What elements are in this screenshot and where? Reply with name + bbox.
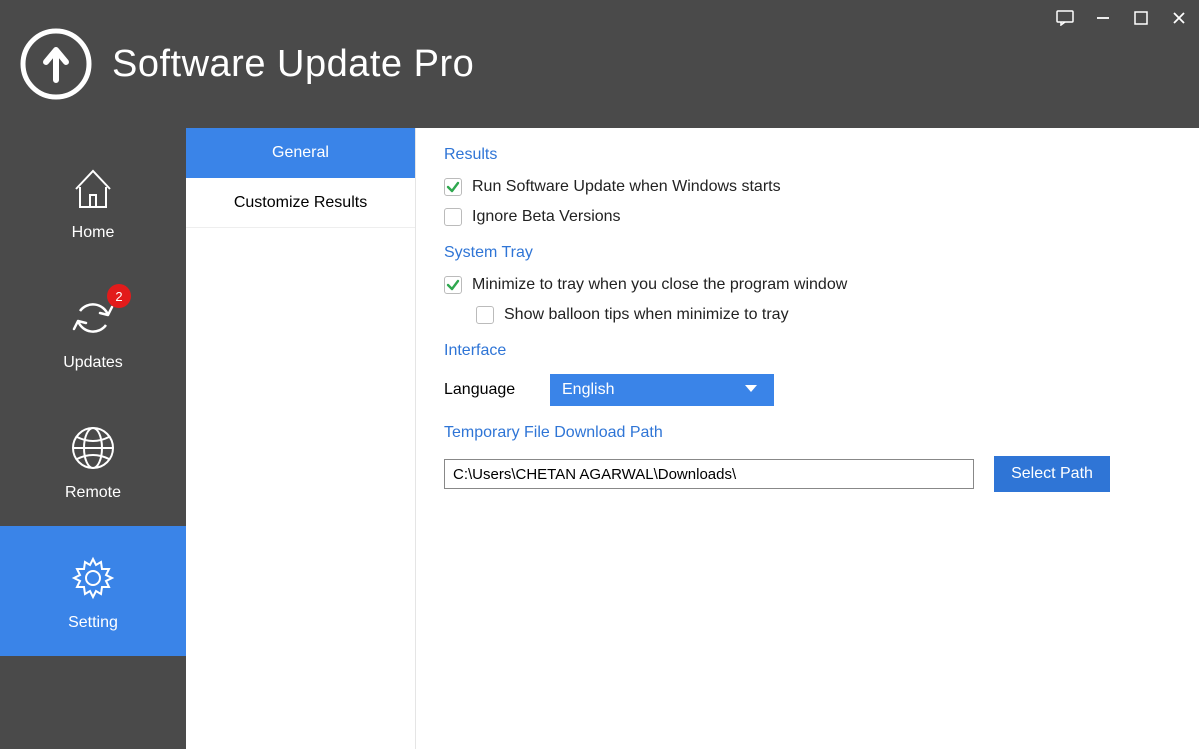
- globe-icon: [65, 420, 121, 476]
- window-controls: [1055, 8, 1189, 28]
- option-label: Ignore Beta Versions: [472, 208, 621, 226]
- home-icon: [65, 160, 121, 216]
- language-value: English: [562, 381, 614, 399]
- checkbox-icon[interactable]: [444, 276, 462, 294]
- option-run-on-start[interactable]: Run Software Update when Windows starts: [444, 178, 1171, 196]
- option-label: Show balloon tips when minimize to tray: [504, 306, 789, 324]
- option-label: Run Software Update when Windows starts: [472, 178, 781, 196]
- checkbox-icon[interactable]: [444, 178, 462, 196]
- settings-content: Results Run Software Update when Windows…: [416, 128, 1199, 749]
- app-logo-icon: [18, 26, 94, 102]
- chevron-down-icon: [744, 381, 758, 399]
- option-minimize-tray[interactable]: Minimize to tray when you close the prog…: [444, 276, 1171, 294]
- download-path-input[interactable]: [444, 459, 974, 489]
- sidebar-item-setting[interactable]: Setting: [0, 526, 186, 656]
- close-icon[interactable]: [1169, 8, 1189, 28]
- minimize-icon[interactable]: [1093, 8, 1113, 28]
- tab-label: Customize Results: [234, 194, 367, 212]
- gear-icon: [65, 550, 121, 606]
- sidebar-item-label: Setting: [68, 614, 118, 632]
- checkbox-icon[interactable]: [444, 208, 462, 226]
- section-title-interface: Interface: [444, 342, 1171, 360]
- app-title: Software Update Pro: [112, 43, 474, 86]
- option-ignore-beta[interactable]: Ignore Beta Versions: [444, 208, 1171, 226]
- sidebar-item-remote[interactable]: Remote: [0, 396, 186, 526]
- updates-badge: 2: [107, 284, 131, 308]
- option-label: Minimize to tray when you close the prog…: [472, 276, 847, 294]
- language-select[interactable]: English: [550, 374, 774, 406]
- feedback-icon[interactable]: [1055, 8, 1075, 28]
- option-balloon-tips[interactable]: Show balloon tips when minimize to tray: [476, 306, 1171, 324]
- titlebar: Software Update Pro: [0, 0, 1199, 128]
- sidebar-item-updates[interactable]: 2 Updates: [0, 266, 186, 396]
- sidebar-item-label: Home: [72, 224, 115, 242]
- select-path-button[interactable]: Select Path: [994, 456, 1110, 492]
- section-title-tray: System Tray: [444, 244, 1171, 262]
- sidebar-item-label: Updates: [63, 354, 123, 372]
- sidebar-item-home[interactable]: Home: [0, 136, 186, 266]
- refresh-icon: 2: [65, 290, 121, 346]
- section-title-results: Results: [444, 146, 1171, 164]
- maximize-icon[interactable]: [1131, 8, 1151, 28]
- language-label: Language: [444, 381, 550, 399]
- sidebar: Home 2 Updates: [0, 128, 186, 749]
- section-title-download-path: Temporary File Download Path: [444, 424, 1171, 442]
- tab-label: General: [272, 144, 329, 162]
- tab-general[interactable]: General: [186, 128, 415, 178]
- checkbox-icon[interactable]: [476, 306, 494, 324]
- subnav: General Customize Results: [186, 128, 416, 749]
- sidebar-item-label: Remote: [65, 484, 121, 502]
- tab-customize-results[interactable]: Customize Results: [186, 178, 415, 228]
